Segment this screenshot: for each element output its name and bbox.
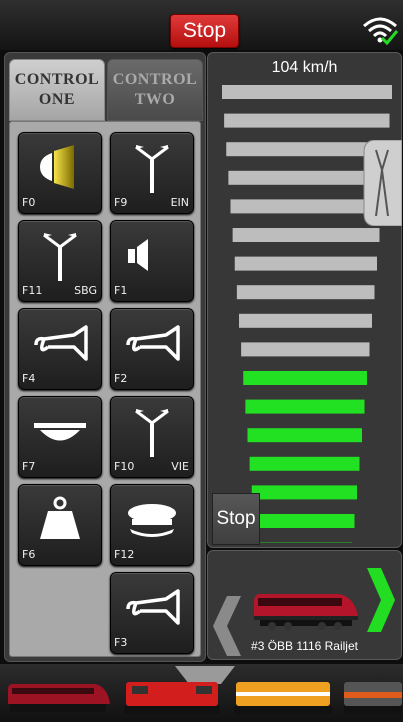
function-button-f9[interactable]: F9 EIN — [110, 132, 194, 214]
cab-light-icon — [34, 423, 86, 441]
slider-handle-icon[interactable] — [362, 140, 402, 226]
speed-step-bar — [241, 342, 370, 357]
function-button-f1[interactable]: F1 — [110, 220, 194, 302]
speed-step-bar — [239, 313, 372, 328]
next-loco-icon[interactable] — [365, 568, 395, 632]
locomotive-image — [254, 594, 358, 630]
horn-icon — [126, 325, 180, 361]
function-label: F0 — [22, 196, 36, 209]
pantograph-icon — [135, 409, 169, 457]
horn-icon — [126, 589, 180, 625]
loco-thumbnail-1[interactable] — [4, 678, 112, 716]
function-sublabel: EIN — [170, 196, 189, 209]
speed-step-bar — [222, 85, 392, 99]
speed-readout: 104 km/h — [271, 59, 338, 76]
speed-step-bar — [236, 285, 375, 300]
function-sublabel: SBG — [74, 284, 97, 297]
speed-step-bar — [253, 514, 355, 528]
function-label: F7 — [22, 460, 36, 473]
function-button-f0[interactable]: F0 — [18, 132, 102, 214]
speed-step-bar — [224, 113, 390, 128]
function-button-f11[interactable]: F11 SBG — [18, 220, 102, 302]
function-button-f12[interactable]: F12 — [110, 484, 194, 566]
tab-label: ONE — [38, 91, 76, 108]
loco-thumbnail-3[interactable] — [230, 678, 336, 716]
speed-step-bar — [230, 199, 382, 214]
loco-name-label: #3 ÖBB 1116 Railjet — [251, 639, 358, 653]
loco-selector: #3 ÖBB 1116 Railjet — [207, 550, 402, 660]
tab-control-two[interactable]: CONTROL TWO — [107, 59, 203, 121]
function-button-f4[interactable]: F4 — [18, 308, 102, 390]
headlight-icon — [40, 145, 74, 189]
function-label: F6 — [22, 548, 36, 561]
tab-label: CONTROL — [14, 71, 100, 88]
function-label: F3 — [114, 636, 128, 649]
function-panel: CONTROL ONE CONTROL TWO F0 F9 EIN F11 SB… — [4, 52, 206, 662]
function-label: F10 — [114, 460, 135, 473]
function-label: F1 — [114, 284, 128, 297]
speed-step-bar — [243, 371, 367, 385]
loco-thumbnail-4[interactable] — [342, 678, 402, 716]
function-button-f2[interactable]: F2 — [110, 308, 194, 390]
function-button-f6[interactable]: F6 — [18, 484, 102, 566]
conductor-cap-icon — [128, 504, 176, 537]
emergency-stop-button[interactable]: Stop — [170, 14, 239, 48]
speed-step-bar — [247, 428, 362, 443]
tab-label: TWO — [134, 91, 176, 108]
throttle-panel: 104 km/h Stop — [207, 52, 402, 557]
weight-icon — [40, 496, 80, 539]
speed-step-bar — [249, 456, 360, 471]
function-button-f3[interactable]: F3 — [110, 572, 194, 654]
tab-control-one[interactable]: CONTROL ONE — [9, 59, 105, 121]
speed-step-bar — [234, 256, 377, 271]
loco-thumbnail-2[interactable] — [120, 678, 224, 716]
speed-step-bar — [245, 399, 365, 414]
stop-button[interactable]: Stop — [212, 493, 260, 545]
speed-step-bar — [232, 228, 380, 242]
function-label: F12 — [114, 548, 135, 561]
pantograph-icon — [135, 145, 169, 193]
pantograph-icon — [43, 233, 77, 281]
speaker-icon — [128, 239, 148, 271]
function-label: F11 — [22, 284, 43, 297]
function-label: F2 — [114, 372, 128, 385]
function-button-f7[interactable]: F7 — [18, 396, 102, 478]
function-button-f10[interactable]: F10 VIE — [110, 396, 194, 478]
horn-icon — [34, 325, 88, 361]
wifi-connected-icon[interactable] — [360, 14, 400, 46]
tab-label: CONTROL — [112, 71, 198, 88]
function-sublabel: VIE — [171, 460, 189, 473]
speed-step-bar — [251, 485, 357, 500]
function-label: F4 — [22, 372, 36, 385]
function-button-grid: F0 F9 EIN F11 SBG F1 F4 F2 F7 F10 VIE F6… — [9, 121, 201, 657]
function-label: F9 — [114, 196, 128, 209]
